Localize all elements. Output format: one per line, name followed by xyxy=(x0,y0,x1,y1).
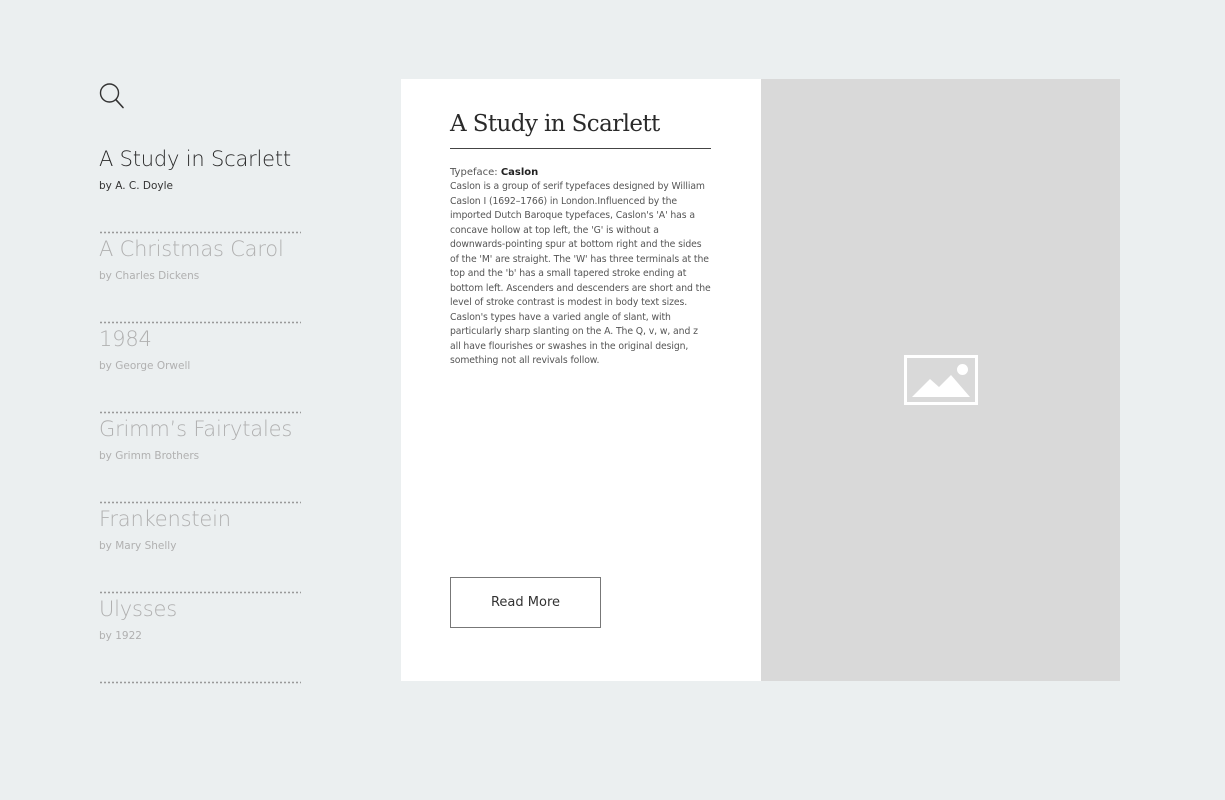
book-author: by Mary Shelly xyxy=(99,540,177,552)
typeface-line: Typeface: Caslon xyxy=(450,166,711,180)
book-author: by Charles Dickens xyxy=(99,270,200,282)
search-icon[interactable] xyxy=(99,82,125,110)
read-more-button[interactable]: Read More xyxy=(450,577,601,628)
book-title: Frankenstein xyxy=(99,507,231,531)
book-list-item[interactable]: Ulysses by 1922 xyxy=(99,594,301,684)
book-author: by 1922 xyxy=(99,630,142,642)
book-title: A Christmas Carol xyxy=(99,237,284,261)
book-title: A Study in Scarlett xyxy=(99,147,291,171)
book-list-item[interactable]: A Study in Scarlett by A. C. Doyle xyxy=(99,144,301,234)
book-list-item[interactable]: Grimm’s Fairytales by Grimm Brothers xyxy=(99,414,301,504)
book-author: by A. C. Doyle xyxy=(99,180,173,192)
book-image-area xyxy=(761,79,1120,681)
book-title: 1984 xyxy=(99,327,152,351)
detail-title: A Study in Scarlett xyxy=(450,109,711,149)
image-placeholder-icon xyxy=(903,355,978,405)
book-list-item[interactable]: Frankenstein by Mary Shelly xyxy=(99,504,301,594)
book-detail-card: A Study in Scarlett Typeface: Caslon Cas… xyxy=(401,79,1120,681)
book-list-item[interactable]: 1984 by George Orwell xyxy=(99,324,301,414)
sidebar: A Study in Scarlett by A. C. Doyle A Chr… xyxy=(99,82,301,684)
book-author: by George Orwell xyxy=(99,360,191,372)
typeface-label: Typeface: xyxy=(450,167,498,178)
typeface-name: Caslon xyxy=(500,167,539,178)
book-list: A Study in Scarlett by A. C. Doyle A Chr… xyxy=(99,144,301,684)
detail-description: Caslon is a group of serif typefaces des… xyxy=(450,181,711,366)
book-title: Grimm’s Fairytales xyxy=(99,417,293,441)
book-list-item[interactable]: A Christmas Carol by Charles Dickens xyxy=(99,234,301,324)
book-title: Ulysses xyxy=(99,597,177,621)
book-author: by Grimm Brothers xyxy=(99,450,200,462)
book-detail-panel: A Study in Scarlett Typeface: Caslon Cas… xyxy=(401,79,761,681)
